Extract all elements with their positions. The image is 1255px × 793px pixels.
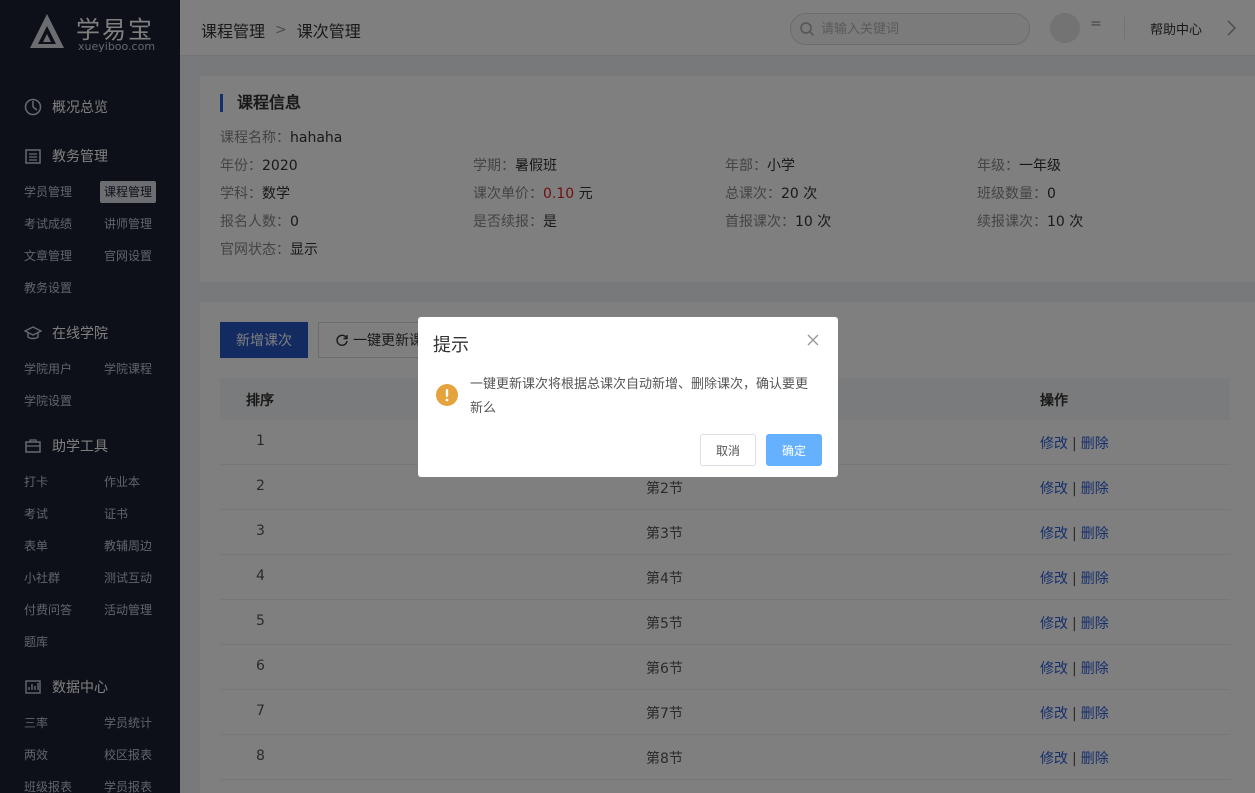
confirm-dialog: 提示 一键更新课次将根据总课次自动新增、删除课次，确认要更新么 取消 确定 [418,317,838,477]
confirm-button[interactable]: 确定 [766,434,822,466]
cancel-button[interactable]: 取消 [700,434,756,466]
dialog-title: 提示 [433,335,469,356]
dialog-message: 一键更新课次将根据总课次自动新增、删除课次，确认要更新么 [470,377,809,416]
close-icon[interactable] [806,333,820,347]
warning-icon [436,384,458,406]
